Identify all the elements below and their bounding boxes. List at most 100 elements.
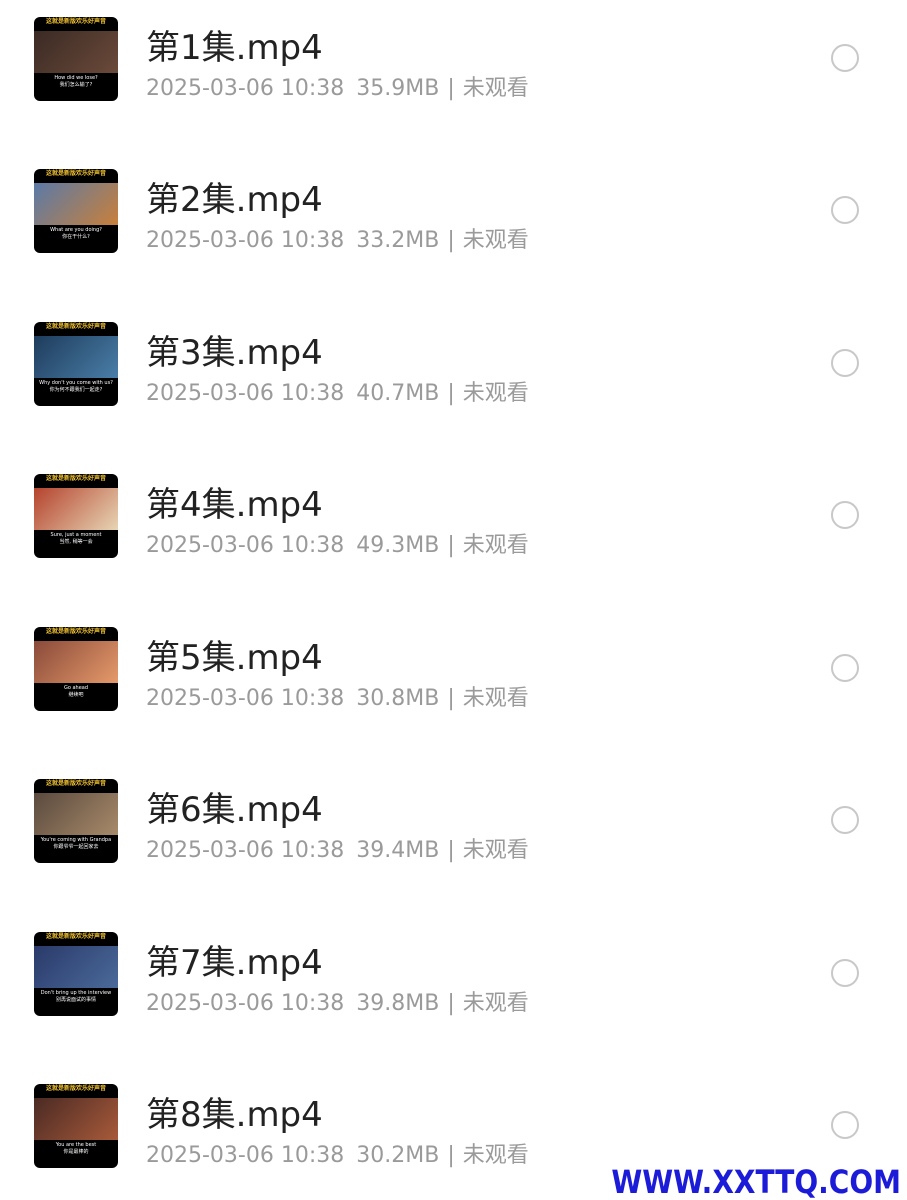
subtitle-zh: 你是最棒的 xyxy=(63,1149,89,1155)
separator: | xyxy=(447,228,455,253)
thumbnail-subtitle: What are you doing? 你在干什么? xyxy=(34,227,118,251)
watch-status: 未观看 xyxy=(462,838,529,863)
file-row[interactable]: 这就是新版欢乐好声音 Go ahead 继续吧 第5集.mp4 2025-03-06 1… xyxy=(0,610,907,762)
file-date: 2025-03-06 10:38 xyxy=(146,838,345,863)
video-thumbnail[interactable]: 这就是新版欢乐好声音 You're coming with Grandpa 你跟爷爷… xyxy=(34,779,118,863)
watch-status: 未观看 xyxy=(462,533,529,558)
watch-status: 未观看 xyxy=(462,76,529,101)
subtitle-en: You're coming with Grandpa xyxy=(40,837,112,843)
file-name: 第6集.mp4 xyxy=(146,790,323,830)
thumbnail-banner: 这就是新版欢乐好声音 xyxy=(45,628,106,635)
file-size: 40.7MB xyxy=(356,381,440,406)
file-name: 第5集.mp4 xyxy=(146,638,323,678)
file-date: 2025-03-06 10:38 xyxy=(146,533,345,558)
file-meta: 2025-03-06 10:38 39.8MB | 未观看 xyxy=(146,985,529,1017)
select-radio[interactable] xyxy=(831,959,859,987)
file-meta: 2025-03-06 10:38 30.8MB | 未观看 xyxy=(146,680,529,712)
subtitle-zh: 别再说面试的事情 xyxy=(55,997,96,1003)
subtitle-zh: 我们怎么输了? xyxy=(59,82,93,88)
select-radio[interactable] xyxy=(831,196,859,224)
thumbnail-subtitle: You are the best 你是最棒的 xyxy=(34,1142,118,1166)
file-row[interactable]: 这就是新版欢乐好声音 Sure, just a moment 当然, 稍等一会 第4集… xyxy=(0,457,907,609)
select-radio[interactable] xyxy=(831,1111,859,1139)
file-row[interactable]: 这就是新版欢乐好声音 How did we lose? 我们怎么输了? 第1集.mp4… xyxy=(0,0,907,152)
file-date: 2025-03-06 10:38 xyxy=(146,76,345,101)
file-date: 2025-03-06 10:38 xyxy=(146,1143,345,1168)
file-size: 49.3MB xyxy=(356,533,440,558)
subtitle-zh: 继续吧 xyxy=(68,692,84,698)
thumbnail-banner: 这就是新版欢乐好声音 xyxy=(45,170,106,177)
file-name: 第7集.mp4 xyxy=(146,943,323,983)
separator: | xyxy=(447,381,455,406)
thumbnail-scene xyxy=(34,793,118,835)
thumbnail-scene xyxy=(34,183,118,225)
file-size: 39.4MB xyxy=(356,838,440,863)
file-date: 2025-03-06 10:38 xyxy=(146,381,345,406)
file-name: 第3集.mp4 xyxy=(146,333,323,373)
separator: | xyxy=(447,991,455,1016)
file-row[interactable]: 这就是新版欢乐好声音 You're coming with Grandpa 你跟爷爷… xyxy=(0,762,907,914)
thumbnail-subtitle: Why don't you come with us? 你为何不跟我们一起走? xyxy=(34,380,118,404)
video-thumbnail[interactable]: 这就是新版欢乐好声音 How did we lose? 我们怎么输了? xyxy=(34,17,118,101)
subtitle-en: Sure, just a moment xyxy=(50,532,102,538)
video-thumbnail[interactable]: 这就是新版欢乐好声音 Sure, just a moment 当然, 稍等一会 xyxy=(34,474,118,558)
file-date: 2025-03-06 10:38 xyxy=(146,991,345,1016)
video-thumbnail[interactable]: 这就是新版欢乐好声音 Don't bring up the interview 别再… xyxy=(34,932,118,1016)
file-name: 第2集.mp4 xyxy=(146,180,323,220)
watch-status: 未观看 xyxy=(462,686,529,711)
subtitle-en: How did we lose? xyxy=(54,75,98,81)
thumbnail-scene xyxy=(34,1098,118,1140)
thumbnail-banner: 这就是新版欢乐好声音 xyxy=(45,323,106,330)
file-row[interactable]: 这就是新版欢乐好声音 What are you doing? 你在干什么? 第2集.m… xyxy=(0,152,907,304)
file-row[interactable]: 这就是新版欢乐好声音 Don't bring up the interview 别再… xyxy=(0,915,907,1067)
thumbnail-banner: 这就是新版欢乐好声音 xyxy=(45,780,106,787)
thumbnail-subtitle: How did we lose? 我们怎么输了? xyxy=(34,75,118,99)
watch-status: 未观看 xyxy=(462,1143,529,1168)
thumbnail-scene xyxy=(34,336,118,378)
video-thumbnail[interactable]: 这就是新版欢乐好声音 Go ahead 继续吧 xyxy=(34,627,118,711)
thumbnail-banner: 这就是新版欢乐好声音 xyxy=(45,933,106,940)
file-size: 39.8MB xyxy=(356,991,440,1016)
select-radio[interactable] xyxy=(831,501,859,529)
file-meta: 2025-03-06 10:38 30.2MB | 未观看 xyxy=(146,1137,529,1169)
file-meta: 2025-03-06 10:38 39.4MB | 未观看 xyxy=(146,832,529,864)
file-meta: 2025-03-06 10:38 40.7MB | 未观看 xyxy=(146,375,529,407)
thumbnail-scene xyxy=(34,488,118,530)
select-radio[interactable] xyxy=(831,44,859,72)
thumbnail-scene xyxy=(34,31,118,73)
file-date: 2025-03-06 10:38 xyxy=(146,686,345,711)
file-size: 33.2MB xyxy=(356,228,440,253)
file-name: 第4集.mp4 xyxy=(146,485,323,525)
separator: | xyxy=(447,76,455,101)
select-radio[interactable] xyxy=(831,654,859,682)
subtitle-en: Don't bring up the interview xyxy=(40,990,112,996)
file-size: 30.2MB xyxy=(356,1143,440,1168)
video-thumbnail[interactable]: 这就是新版欢乐好声音 What are you doing? 你在干什么? xyxy=(34,169,118,253)
video-thumbnail[interactable]: 这就是新版欢乐好声音 You are the best 你是最棒的 xyxy=(34,1084,118,1168)
separator: | xyxy=(447,838,455,863)
file-meta: 2025-03-06 10:38 49.3MB | 未观看 xyxy=(146,527,529,559)
file-meta: 2025-03-06 10:38 35.9MB | 未观看 xyxy=(146,70,529,102)
thumbnail-scene xyxy=(34,946,118,988)
subtitle-en: You are the best xyxy=(55,1142,97,1148)
watermark: WWW.XXTTQ.COM xyxy=(611,1163,901,1200)
select-radio[interactable] xyxy=(831,349,859,377)
thumbnail-subtitle: Go ahead 继续吧 xyxy=(34,685,118,709)
subtitle-en: Why don't you come with us? xyxy=(39,380,113,386)
file-row[interactable]: 这就是新版欢乐好声音 Why don't you come with us? 你为何… xyxy=(0,305,907,457)
file-name: 第1集.mp4 xyxy=(146,28,323,68)
video-thumbnail[interactable]: 这就是新版欢乐好声音 Why don't you come with us? 你为何… xyxy=(34,322,118,406)
thumbnail-banner: 这就是新版欢乐好声音 xyxy=(45,18,106,25)
select-radio[interactable] xyxy=(831,806,859,834)
watch-status: 未观看 xyxy=(462,228,529,253)
file-name: 第8集.mp4 xyxy=(146,1095,323,1135)
subtitle-zh: 你跟爷爷一起回家去 xyxy=(53,844,99,850)
subtitle-zh: 你为何不跟我们一起走? xyxy=(49,387,103,393)
separator: | xyxy=(447,1143,455,1168)
watch-status: 未观看 xyxy=(462,381,529,406)
separator: | xyxy=(447,686,455,711)
thumbnail-banner: 这就是新版欢乐好声音 xyxy=(45,475,106,482)
file-size: 35.9MB xyxy=(356,76,440,101)
watch-status: 未观看 xyxy=(462,991,529,1016)
thumbnail-banner: 这就是新版欢乐好声音 xyxy=(45,1085,106,1092)
